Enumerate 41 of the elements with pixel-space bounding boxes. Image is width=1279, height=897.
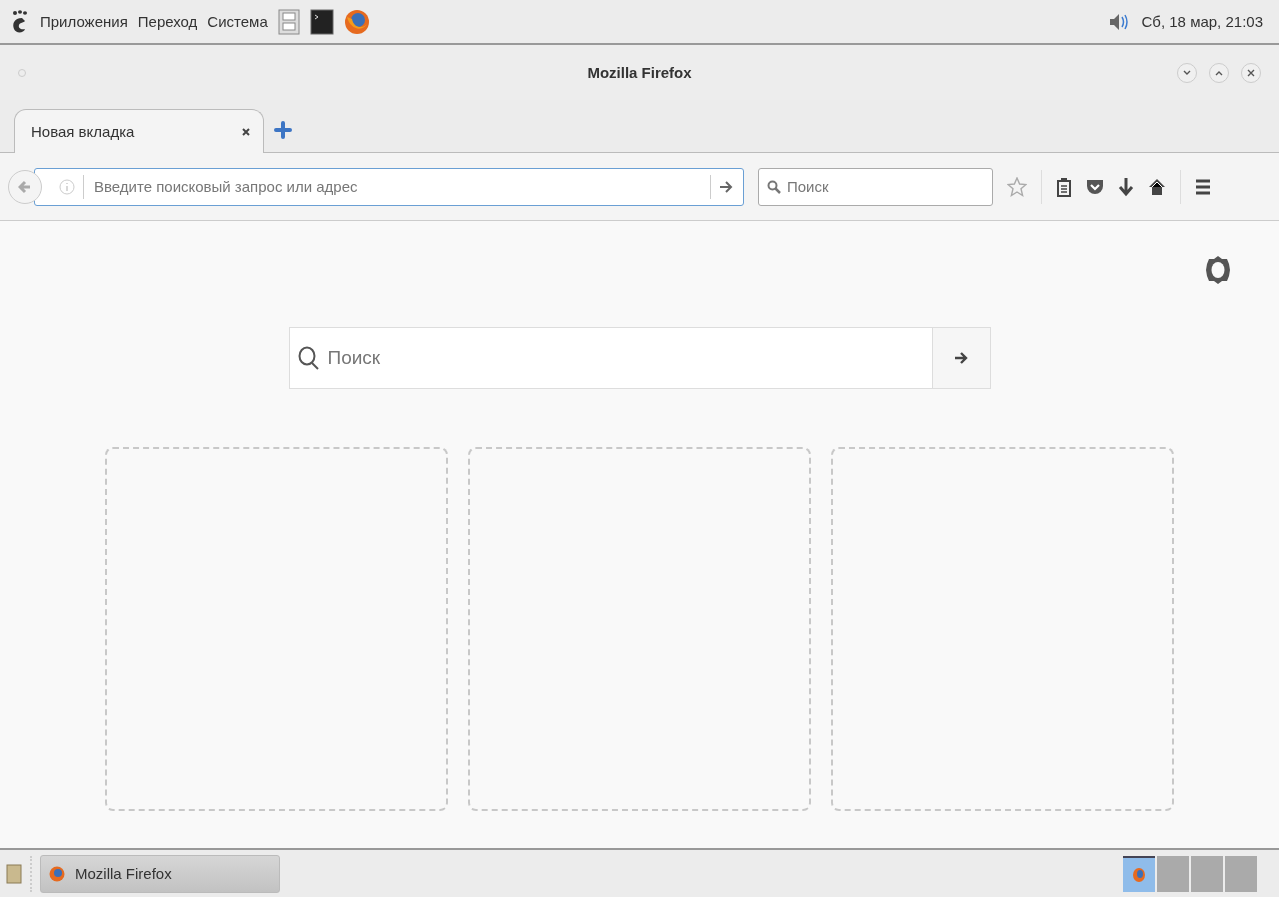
- new-tab-icon[interactable]: [274, 121, 292, 139]
- close-button[interactable]: [1241, 62, 1261, 83]
- search-field[interactable]: Поиск: [758, 167, 993, 206]
- arrow-right-icon: [954, 351, 968, 365]
- pocket-icon[interactable]: [1086, 177, 1104, 196]
- minimize-button[interactable]: [1177, 62, 1197, 83]
- panel-menu[interactable]: Переход: [137, 13, 198, 30]
- window-title: Mozilla Firefox: [587, 64, 692, 81]
- foot-icon[interactable]: [10, 9, 30, 34]
- back-arrow-icon: [18, 179, 32, 194]
- download-icon[interactable]: [1118, 176, 1134, 197]
- taskbar-button[interactable]: Mozilla Firefox: [40, 854, 280, 893]
- menu-icon[interactable]: [1195, 178, 1211, 195]
- close-icon: [1247, 68, 1255, 77]
- workspace-switcher-cell[interactable]: [1191, 855, 1223, 892]
- settings-icon[interactable]: [1205, 255, 1231, 285]
- home-icon[interactable]: [1148, 177, 1166, 196]
- search-input[interactable]: Поиск: [325, 346, 924, 370]
- panel-menu[interactable]: Система: [207, 13, 268, 30]
- search-icon: [297, 346, 320, 370]
- go-arrow-icon[interactable]: [719, 180, 733, 193]
- address-input[interactable]: Введите поисковый запрос или адрес: [92, 177, 702, 196]
- star-icon[interactable]: [1007, 176, 1027, 197]
- panel-menu[interactable]: Приложения: [40, 13, 128, 30]
- browser-globe-icon: [49, 865, 65, 882]
- back-button[interactable]: [8, 169, 42, 204]
- browser-globe-icon[interactable]: [343, 8, 370, 35]
- workspace-switcher-cell[interactable]: [1157, 855, 1189, 892]
- search-input[interactable]: Поиск: [785, 177, 984, 196]
- browser-globe-icon: [1132, 866, 1146, 883]
- chevron-down-icon: [1183, 69, 1191, 76]
- search-icon: [767, 179, 781, 194]
- terminal-icon[interactable]: [309, 8, 334, 35]
- workspace-switcher-cell[interactable]: [1225, 855, 1257, 892]
- clipboard-icon[interactable]: [1056, 176, 1072, 197]
- chevron-up-icon: [1215, 69, 1223, 76]
- browser-tab[interactable]: Новая вкладка: [14, 109, 264, 153]
- address-bar[interactable]: Введите поисковый запрос или адрес: [34, 167, 744, 206]
- close-tab-icon[interactable]: [241, 126, 251, 137]
- clock[interactable]: Сб, 18 мар, 21:03: [1141, 13, 1263, 30]
- workspace-switcher-cell[interactable]: [1123, 855, 1155, 892]
